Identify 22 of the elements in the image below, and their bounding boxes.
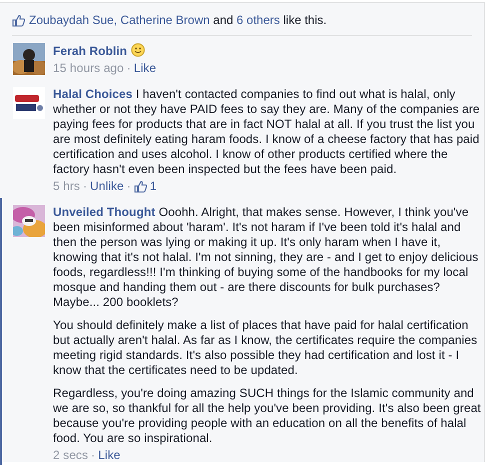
liker-link[interactable]: Catherine Brown [120,13,210,28]
liker-link[interactable]: 6 others [236,13,280,28]
separator-dot: · [82,179,88,194]
like-link[interactable]: Like [98,448,120,463]
liker-link[interactable]: Zoubaydah Sue, [29,13,118,28]
likes-text: and [213,13,234,28]
comment-text: You should definitely make a list of places that have paid for halal certification but actually aren't halal. As far as I know, the certificates require the companies meeting rigid standards. It's also possible they had certification and lost it - I know that the certificates need to be updated. [53,318,478,378]
like-count[interactable]: 1 [150,179,157,194]
comment-text: Unveiled Thought Ooohh. Alright, that makes sense. However, I think you've been misinformed about 'haram'. It's not haram if I've been told it's halal and then the person was lying or making it up. It's only haram when I have it, knowing that it's not halal. I'm not sinning, they are - and I get to enjoy delicious foods, regardless!!! I'm thinking of buying some of the handbooks for my local mosque and handing them out - are there discounts for bulk purchases? Maybe... 200 booklets? [53,205,480,310]
like-link[interactable]: Like [134,61,156,76]
author-link[interactable]: Halal Choices [53,87,132,101]
thumbs-up-icon [12,14,25,27]
separator-dot: · [126,179,131,194]
separator-dot: · [91,448,96,463]
comment-text: Halal Choices I haven't contacted companies to find out what is halal, only whether or not they have PAID fees to say they are. Many of the companies are paying fees for products that are in fact NOT halal at all. If you trust the list you are most definitely eating haram foods. I know of a cheese factory that has paid certification and uses alcohol. I know of other products certified where the factory hasn't even been inspected but the fees have been paid. [53,87,481,177]
author-link[interactable]: Ferah Roblin [53,44,128,58]
separator-dot: · [126,61,131,76]
comment-text: Regardless, you're doing amazing SUCH things for the Islamic community and we are so, so thankful for all the help you've been providing. It's also been great because you're providing people with an education on all the benefits of halal food. You are so inspirational. [53,386,482,446]
likes-text: like this. [283,13,327,28]
author-link[interactable]: Unveiled Thought [53,205,156,219]
thumbs-up-icon [134,180,147,193]
like-link[interactable]: Unlike [90,179,124,194]
